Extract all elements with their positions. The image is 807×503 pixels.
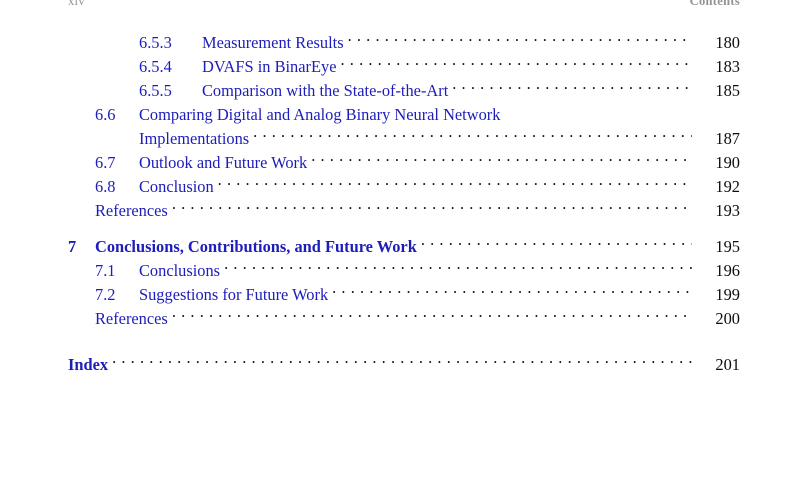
toc-entry-page: 183 [715,57,740,76]
dot-leader [172,200,692,216]
toc-entry-page: 192 [715,177,740,196]
toc-entry-title: References [95,309,168,328]
toc-entry-number: 6.7 [95,153,116,172]
toc-entry-title: Comparing Digital and Analog Binary Neur… [139,105,501,124]
toc-entry-number: 6.5.5 [139,81,172,100]
toc-entry-references-chapter-7[interactable]: References 200 [0,307,807,331]
dot-leader [452,80,692,96]
dot-leader [348,32,692,48]
toc-entry-chapter-7[interactable]: 7 Conclusions, Contributions, and Future… [0,235,807,259]
running-head-page-number: xiv [68,0,85,6]
dot-leader [311,152,692,168]
toc-entry-title: Conclusions, Contributions, and Future W… [95,237,417,256]
toc-entry-6-7[interactable]: 6.7 Outlook and Future Work 190 [0,151,807,175]
toc-entry-number: 6.8 [95,177,116,196]
toc-entry-index[interactable]: Index 201 [0,353,807,377]
toc-entry-page: 193 [715,201,740,220]
dot-leader [332,284,692,300]
toc-entry-references-chapter-6[interactable]: References 193 [0,199,807,223]
toc-entry-page: 199 [715,285,740,304]
toc-entry-6-6-continuation[interactable]: Implementations 187 [0,127,807,151]
toc-entry-6-5-4[interactable]: 6.5.4 DVAFS in BinarEye 183 [0,55,807,79]
toc-entry-number: 7.2 [95,285,116,304]
dot-leader [112,354,692,370]
toc-entry-page: 200 [715,309,740,328]
index-spacer [0,331,807,353]
toc-entry-number: 6.6 [95,105,116,124]
toc-entry-title: Suggestions for Future Work [139,285,329,304]
dot-leader [421,236,692,252]
running-head-title: Contents [690,0,740,6]
toc-entry-title: Conclusions [139,261,221,280]
toc-page: xiv Contents 6.5.3 Measurement Results 1… [0,0,807,503]
toc-entry-number: 7 [68,237,77,256]
toc-entry-number: 6.5.4 [139,57,172,76]
dot-leader [218,176,692,192]
toc-entry-page: 180 [715,33,740,52]
toc-entry-6-8[interactable]: 6.8 Conclusion 192 [0,175,807,199]
toc-entry-6-6[interactable]: 6.6 Comparing Digital and Analog Binary … [0,103,807,127]
toc-entry-6-5-5[interactable]: 6.5.5 Comparison with the State-of-the-A… [0,79,807,103]
toc-entry-title: DVAFS in BinarEye [202,57,337,76]
toc-entry-7-1[interactable]: 7.1 Conclusions 196 [0,259,807,283]
toc-entry-title: Index [68,355,109,374]
toc-entry-page: 190 [715,153,740,172]
dot-leader [253,128,692,144]
dot-leader [172,308,692,324]
toc-entry-number: 6.5.3 [139,33,172,52]
dot-leader [224,260,692,276]
toc-entry-page: 201 [715,355,740,374]
toc-entry-title: Outlook and Future Work [139,153,308,172]
table-of-contents: 6.5.3 Measurement Results 180 6.5.4 DVAF… [0,31,807,377]
toc-entry-page: 185 [715,81,740,100]
toc-entry-page: 195 [715,237,740,256]
toc-entry-page: 187 [715,129,740,148]
toc-entry-title: Comparison with the State-of-the-Art [202,81,449,100]
toc-entry-7-2[interactable]: 7.2 Suggestions for Future Work 199 [0,283,807,307]
toc-entry-page: 196 [715,261,740,280]
dot-leader [340,56,692,72]
toc-entry-title: References [95,201,168,220]
toc-entry-title: Implementations [139,129,250,148]
toc-entry-6-5-3[interactable]: 6.5.3 Measurement Results 180 [0,31,807,55]
toc-entry-title: Measurement Results [202,33,344,52]
toc-entry-number: 7.1 [95,261,116,280]
running-head: xiv Contents [68,0,740,6]
toc-entry-title: Conclusion [139,177,214,196]
